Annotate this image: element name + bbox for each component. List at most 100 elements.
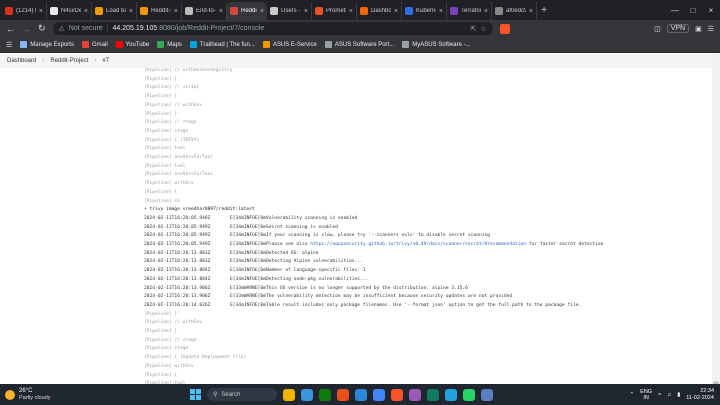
close-tab-icon[interactable]: × — [439, 8, 443, 15]
tab[interactable]: Kubernete× — [402, 2, 447, 20]
wifi-icon[interactable]: ≈ — [658, 392, 661, 398]
log-timestamp: 2024-02-11T16:20:13.883Z — [144, 250, 211, 256]
breadcrumb-dashboard[interactable]: Dashboard — [7, 58, 36, 64]
close-tab-icon[interactable]: × — [260, 8, 264, 15]
bookmark-item[interactable]: MyASUS Software -... — [402, 41, 471, 48]
tab[interactable]: Reddit-EKS× — [137, 2, 182, 20]
tab-label: End-to-End — [196, 8, 216, 14]
taskbar-app-icon[interactable] — [373, 388, 385, 401]
log-message: Table result includes only package filen… — [266, 302, 582, 308]
console-line: [Pipeline] // withDockerRegistry — [144, 68, 233, 73]
reload-icon[interactable]: ↻ — [38, 23, 46, 34]
tab[interactable]: (1214) Dev× — [2, 2, 47, 20]
taskbar-app-icon[interactable] — [445, 388, 457, 401]
taskbar-app-icon[interactable] — [301, 388, 313, 401]
log-timestamp: 2024-02-11T16:20:05.949Z — [144, 242, 211, 247]
bookmark-item[interactable]: YouTube — [115, 41, 149, 48]
close-tab-icon[interactable]: × — [394, 8, 398, 15]
breadcrumb-build[interactable]: #7 — [102, 58, 109, 64]
bookmark-item[interactable]: Manage Exports — [20, 41, 74, 48]
clock[interactable]: 22:34 11-02-2024 — [686, 388, 714, 402]
tab-label: (1214) Dev — [16, 8, 36, 14]
tab[interactable]: Terraform× — [447, 2, 492, 20]
menu-icon[interactable]: ☰ — [708, 25, 714, 33]
apps-grid-icon[interactable]: ☰ — [6, 41, 12, 49]
language-indicator[interactable]: ENG IN — [640, 389, 652, 401]
close-tab-icon[interactable]: × — [219, 8, 223, 15]
brave-shield-icon[interactable] — [499, 23, 510, 34]
wallet-icon[interactable]: ▣ — [695, 25, 702, 33]
battery-icon[interactable]: ▮ — [677, 392, 680, 398]
clock-time: 22:34 — [700, 387, 714, 394]
vpn-badge[interactable]: VPN — [666, 24, 690, 33]
new-tab-button[interactable]: + — [537, 2, 551, 20]
chevron-up-icon[interactable]: ⌃ — [630, 392, 635, 398]
console-line: [Pipeline] // stage — [144, 120, 197, 126]
back-icon[interactable]: ← — [6, 24, 15, 34]
maximize-icon[interactable]: □ — [684, 6, 702, 15]
sidebar-icon[interactable]: ◫ — [654, 25, 661, 33]
close-tab-icon[interactable]: × — [484, 8, 488, 15]
log-line: 2024-02-11T16:20:13.906Z E[33mWARNE[0m The… — [144, 294, 512, 303]
close-tab-icon[interactable]: × — [84, 8, 88, 15]
log-line: 2024-02-11T16:20:05.948Z E[34mINFOE[0m Vul… — [144, 216, 357, 225]
close-tab-icon[interactable]: × — [174, 8, 178, 15]
tab-active[interactable]: Reddi × — [227, 2, 267, 20]
tab[interactable]: N4si/DevSe× — [47, 2, 92, 20]
taskbar-app-icon[interactable] — [481, 388, 493, 401]
weather-widget[interactable]: 26°C Partly cloudy — [0, 388, 140, 402]
console-line: [Pipeline] tool — [144, 163, 186, 169]
close-tab-icon[interactable]: × — [349, 8, 353, 15]
tab[interactable]: Load balan× — [92, 2, 137, 20]
log-line: 2024-02-11T16:20:13.884Z E[34mINFOE[0m Num… — [144, 268, 366, 277]
bookmark-label: ASUS E-Service — [272, 41, 317, 48]
taskbar-app-icon[interactable] — [391, 388, 403, 401]
bookmark-favicon-icon — [262, 41, 270, 48]
taskbar-app-icon[interactable] — [427, 388, 439, 401]
log-line: 2024-02-11T16:20:05.949Z E[34mINFOE[0m Ple… — [144, 242, 603, 251]
breadcrumb-project[interactable]: Reddit-Project — [50, 58, 88, 64]
minimize-icon[interactable]: — — [666, 6, 684, 15]
bookmark-item[interactable]: ASUS Software Port... — [324, 41, 394, 48]
close-tab-icon[interactable]: × — [129, 8, 133, 15]
log-level: E[33mWARNE[0m — [230, 294, 266, 300]
bookmark-item[interactable]: ASUS E-Service — [262, 41, 317, 48]
log-level: E[33mWARNE[0m — [230, 285, 266, 291]
taskbar-app-icon[interactable] — [319, 388, 331, 401]
log-line: 2024-02-11T16:20:13.883Z E[34mINFOE[0m Det… — [144, 259, 363, 268]
log-message: Number of language-specific files: 1 — [266, 268, 366, 274]
windows-start-icon[interactable] — [190, 389, 201, 400]
bookmark-item[interactable]: Maps — [157, 41, 182, 48]
tab-favicon-icon — [140, 7, 148, 15]
tab-favicon-icon — [185, 7, 193, 15]
close-tab-icon[interactable]: × — [39, 8, 43, 15]
taskbar-app-icon[interactable] — [283, 388, 295, 401]
bookmark-star-icon[interactable]: ☆ — [480, 25, 486, 33]
tab[interactable]: af0edc93c× — [492, 2, 537, 20]
taskbar-app-icon[interactable] — [337, 388, 349, 401]
close-tab-icon[interactable]: × — [304, 8, 308, 15]
tab[interactable]: End-to-End× — [182, 2, 227, 20]
bookmark-item[interactable]: Gmail — [81, 41, 108, 48]
address-bar[interactable]: ⚠ Not secure | 44.205.19.105:8080/job/Re… — [52, 22, 493, 35]
close-window-icon[interactable]: × — [702, 6, 720, 15]
log-link[interactable]: https://aquasecurity.github.io/trivy/v0.… — [310, 242, 526, 247]
tab[interactable]: Promethe× — [312, 2, 357, 20]
forward-icon[interactable]: → — [22, 24, 31, 34]
console-line: [Pipeline] envVarsForTool — [144, 155, 214, 160]
volume-icon[interactable]: ♫ — [667, 392, 671, 398]
tab[interactable]: Dashboard× — [357, 2, 402, 20]
share-icon[interactable]: ⇱ — [470, 25, 476, 33]
scrollbar[interactable] — [712, 54, 720, 405]
taskbar-app-icon[interactable] — [355, 388, 367, 401]
console-line: [Pipeline] withEnv — [144, 363, 194, 369]
close-tab-icon[interactable]: × — [529, 8, 533, 15]
taskbar-search[interactable]: ⚲ Search — [207, 388, 277, 401]
taskbar-app-icon[interactable] — [409, 388, 421, 401]
tab-favicon-icon — [270, 7, 278, 15]
tab-label: Dashboard — [371, 8, 391, 14]
taskbar-app-icon[interactable] — [463, 388, 475, 401]
log-timestamp: 2024-02-11T16:20:13.883Z — [144, 259, 211, 265]
tab[interactable]: Users - Ad× — [267, 2, 312, 20]
bookmark-item[interactable]: Trailhead | The fun... — [189, 41, 255, 48]
